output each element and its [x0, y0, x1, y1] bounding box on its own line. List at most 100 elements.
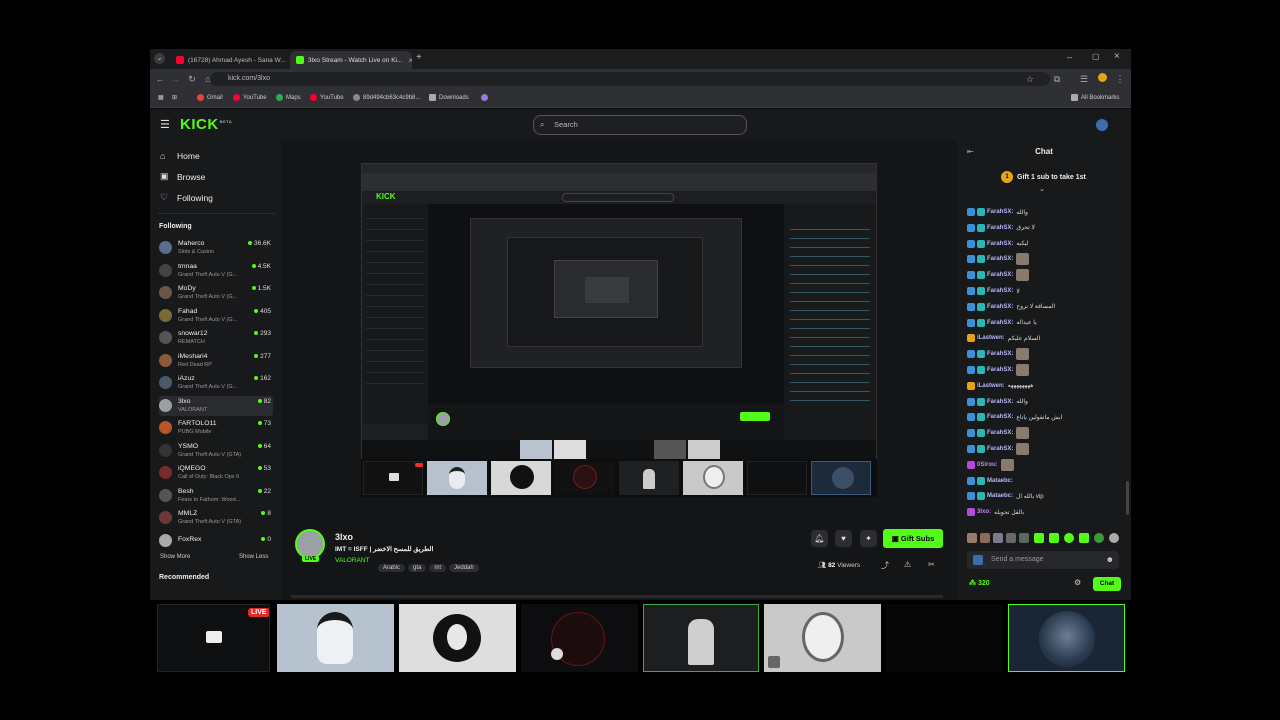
bookmark-youtube-2[interactable]: YouTube	[310, 94, 344, 101]
chat-input[interactable]: Send a message ☻	[967, 551, 1119, 569]
star-icon[interactable]: ☆	[1024, 73, 1036, 85]
show-more-link[interactable]: Show More	[160, 554, 190, 560]
chat-username[interactable]: FarahSX:	[987, 256, 1013, 262]
grid-icon[interactable]: ⊞	[172, 94, 177, 101]
following-item[interactable]: Besh Fears to Fathom: Wood... 22	[159, 486, 273, 506]
chat-username[interactable]: FarahSX:	[987, 367, 1013, 373]
strip-thumb-6[interactable]	[1008, 604, 1125, 672]
gift-icon[interactable]: ✦	[860, 530, 877, 547]
apps-icon[interactable]: ▦	[158, 94, 164, 101]
new-tab-button[interactable]: +	[416, 52, 422, 63]
chat-username[interactable]: FarahSX:	[987, 288, 1013, 294]
nav-browse[interactable]: ▣ Browse	[160, 171, 205, 182]
chat-username[interactable]: 0Sirou:	[977, 462, 998, 468]
nav-following[interactable]: ♡ Following	[160, 192, 213, 203]
video-player[interactable]: KICK	[281, 141, 957, 521]
thumb-avatar-6[interactable]	[811, 461, 871, 495]
thumb-avatar-5[interactable]	[683, 461, 743, 495]
channel-name[interactable]: 3lxo	[335, 532, 353, 542]
url-field[interactable]: kick.com/3lxo	[210, 72, 1050, 86]
kick-logo[interactable]: KICKBETA	[180, 116, 232, 133]
bookmark-hash[interactable]: 89d494cb63c4c9b8...	[353, 94, 420, 101]
chat-username[interactable]: FarahSX:	[987, 399, 1013, 405]
forward-icon[interactable]: →	[170, 73, 182, 85]
strip-thumb-4[interactable]	[643, 604, 759, 672]
user-avatar[interactable]	[1096, 119, 1108, 131]
following-item[interactable]: snowar12 REMATCH 293	[159, 328, 273, 348]
strip-thumb-1[interactable]	[277, 604, 394, 672]
strip-thumb-screen[interactable]: LIVE	[157, 604, 270, 672]
media-icon[interactable]: ☰	[1078, 73, 1090, 85]
reload-icon[interactable]: ↻	[186, 73, 198, 85]
bell-icon[interactable]: 🔔︎	[811, 530, 828, 547]
tag[interactable]: Arabic	[378, 564, 406, 572]
report-icon[interactable]: ⚠	[904, 560, 911, 569]
extensions-icon[interactable]: ⧉	[1051, 73, 1063, 85]
chat-username[interactable]: FarahSX:	[987, 225, 1013, 231]
close-window-button[interactable]: ×	[1114, 51, 1120, 62]
tab-youtube[interactable]: (16728) Ahmad Ayesh - Sana W... ×	[170, 51, 290, 69]
strip-thumb-3[interactable]	[521, 604, 638, 672]
gift-banner[interactable]: 1 Gift 1 sub to take 1st	[1001, 171, 1086, 183]
chat-scrollbar[interactable]	[1126, 481, 1129, 515]
share-icon[interactable]: ⤴	[881, 560, 889, 571]
tab-search-icon[interactable]: ⌄	[154, 53, 165, 64]
chat-username[interactable]: iLastwen:	[977, 383, 1005, 389]
following-item[interactable]: FoxRex 0	[159, 531, 273, 551]
thumb-screen[interactable]	[363, 461, 423, 495]
tag[interactable]: Jeddah	[449, 564, 479, 572]
chat-username[interactable]: 3lxo:	[977, 509, 991, 515]
category-link[interactable]: VALORANT	[335, 557, 370, 564]
nav-home[interactable]: ⌂ Home	[160, 151, 200, 161]
avatar[interactable]	[1096, 73, 1108, 85]
following-item[interactable]: MMLZ Grand Theft Auto V (GTA) 8	[159, 508, 273, 528]
chat-username[interactable]: FarahSX:	[987, 209, 1013, 215]
chat-username[interactable]: FarahSX:	[987, 241, 1013, 247]
following-item[interactable]: FARTOLO11 PUBG Mobile 73	[159, 418, 273, 438]
following-item[interactable]: iAzuz Grand Theft Auto V (G... 162	[159, 373, 273, 393]
minimize-button[interactable]: –	[1067, 52, 1072, 62]
bookmark-gmail[interactable]: Gmail	[197, 94, 223, 101]
chat-username[interactable]: Mataebc:	[987, 478, 1013, 484]
search-input[interactable]: ⌕ Search	[533, 115, 747, 135]
thumb-dark[interactable]	[747, 461, 807, 495]
following-item[interactable]: iMeshari4 Red Dead RP 277	[159, 351, 273, 371]
chat-username[interactable]: iLastwen:	[977, 335, 1005, 341]
bookmark-maps[interactable]: Maps	[276, 94, 301, 101]
following-item[interactable]: MoDy Grand Theft Auto V (G... 1.5K	[159, 283, 273, 303]
show-less-link[interactable]: Show Less	[239, 554, 268, 560]
thumb-avatar-1[interactable]	[427, 461, 487, 495]
chat-username[interactable]: FarahSX:	[987, 320, 1013, 326]
chat-username[interactable]: FarahSX:	[987, 430, 1013, 436]
close-icon[interactable]: ×	[402, 56, 412, 65]
following-item[interactable]: tmnaa Grand Theft Auto V (G... 4.5K	[159, 261, 273, 281]
following-item[interactable]: Fahad Grand Theft Auto V (G... 405	[159, 306, 273, 326]
chat-send-button[interactable]: Chat	[1093, 577, 1121, 591]
strip-thumb-5[interactable]	[764, 604, 881, 672]
strip-thumb-dark[interactable]	[886, 604, 1003, 672]
maximize-button[interactable]: ▢	[1092, 52, 1100, 61]
tag[interactable]: gta	[408, 564, 427, 572]
hamburger-icon[interactable]: ☰	[160, 118, 170, 131]
thumb-avatar-4[interactable]	[619, 461, 679, 495]
gift-subs-button[interactable]: ▣ Gift Subs	[883, 529, 943, 548]
chat-username[interactable]: FarahSX:	[987, 304, 1013, 310]
chat-username[interactable]: FarahSX:	[987, 351, 1013, 357]
following-item[interactable]: YSMO Grand Theft Auto V (GTA) 64	[159, 441, 273, 461]
thumb-avatar-3[interactable]	[555, 461, 615, 495]
chat-username[interactable]: FarahSX:	[987, 446, 1013, 452]
following-item[interactable]: 3lxo VALORANT 82	[159, 395, 273, 416]
chat-username[interactable]: Mataebc:	[987, 493, 1013, 499]
channel-avatar[interactable]	[295, 529, 325, 559]
channel-points[interactable]: ⁂ 320	[969, 579, 990, 587]
settings-icon[interactable]: ⚙	[1074, 578, 1081, 587]
clip-icon[interactable]: ✂	[928, 560, 935, 569]
tag[interactable]: mt	[429, 564, 447, 572]
tab-kick[interactable]: 3lxo Stream - Watch Live on Ki... ×	[290, 51, 412, 69]
chat-username[interactable]: FarahSX:	[987, 414, 1013, 420]
bookmark-downloads[interactable]: Downloads	[429, 94, 469, 101]
chat-username[interactable]: FarahSX:	[987, 272, 1013, 278]
scrollbar[interactable]	[291, 595, 943, 598]
bookmark-youtube[interactable]: YouTube	[233, 94, 267, 101]
emoji-icon[interactable]: ☻	[1106, 551, 1114, 569]
